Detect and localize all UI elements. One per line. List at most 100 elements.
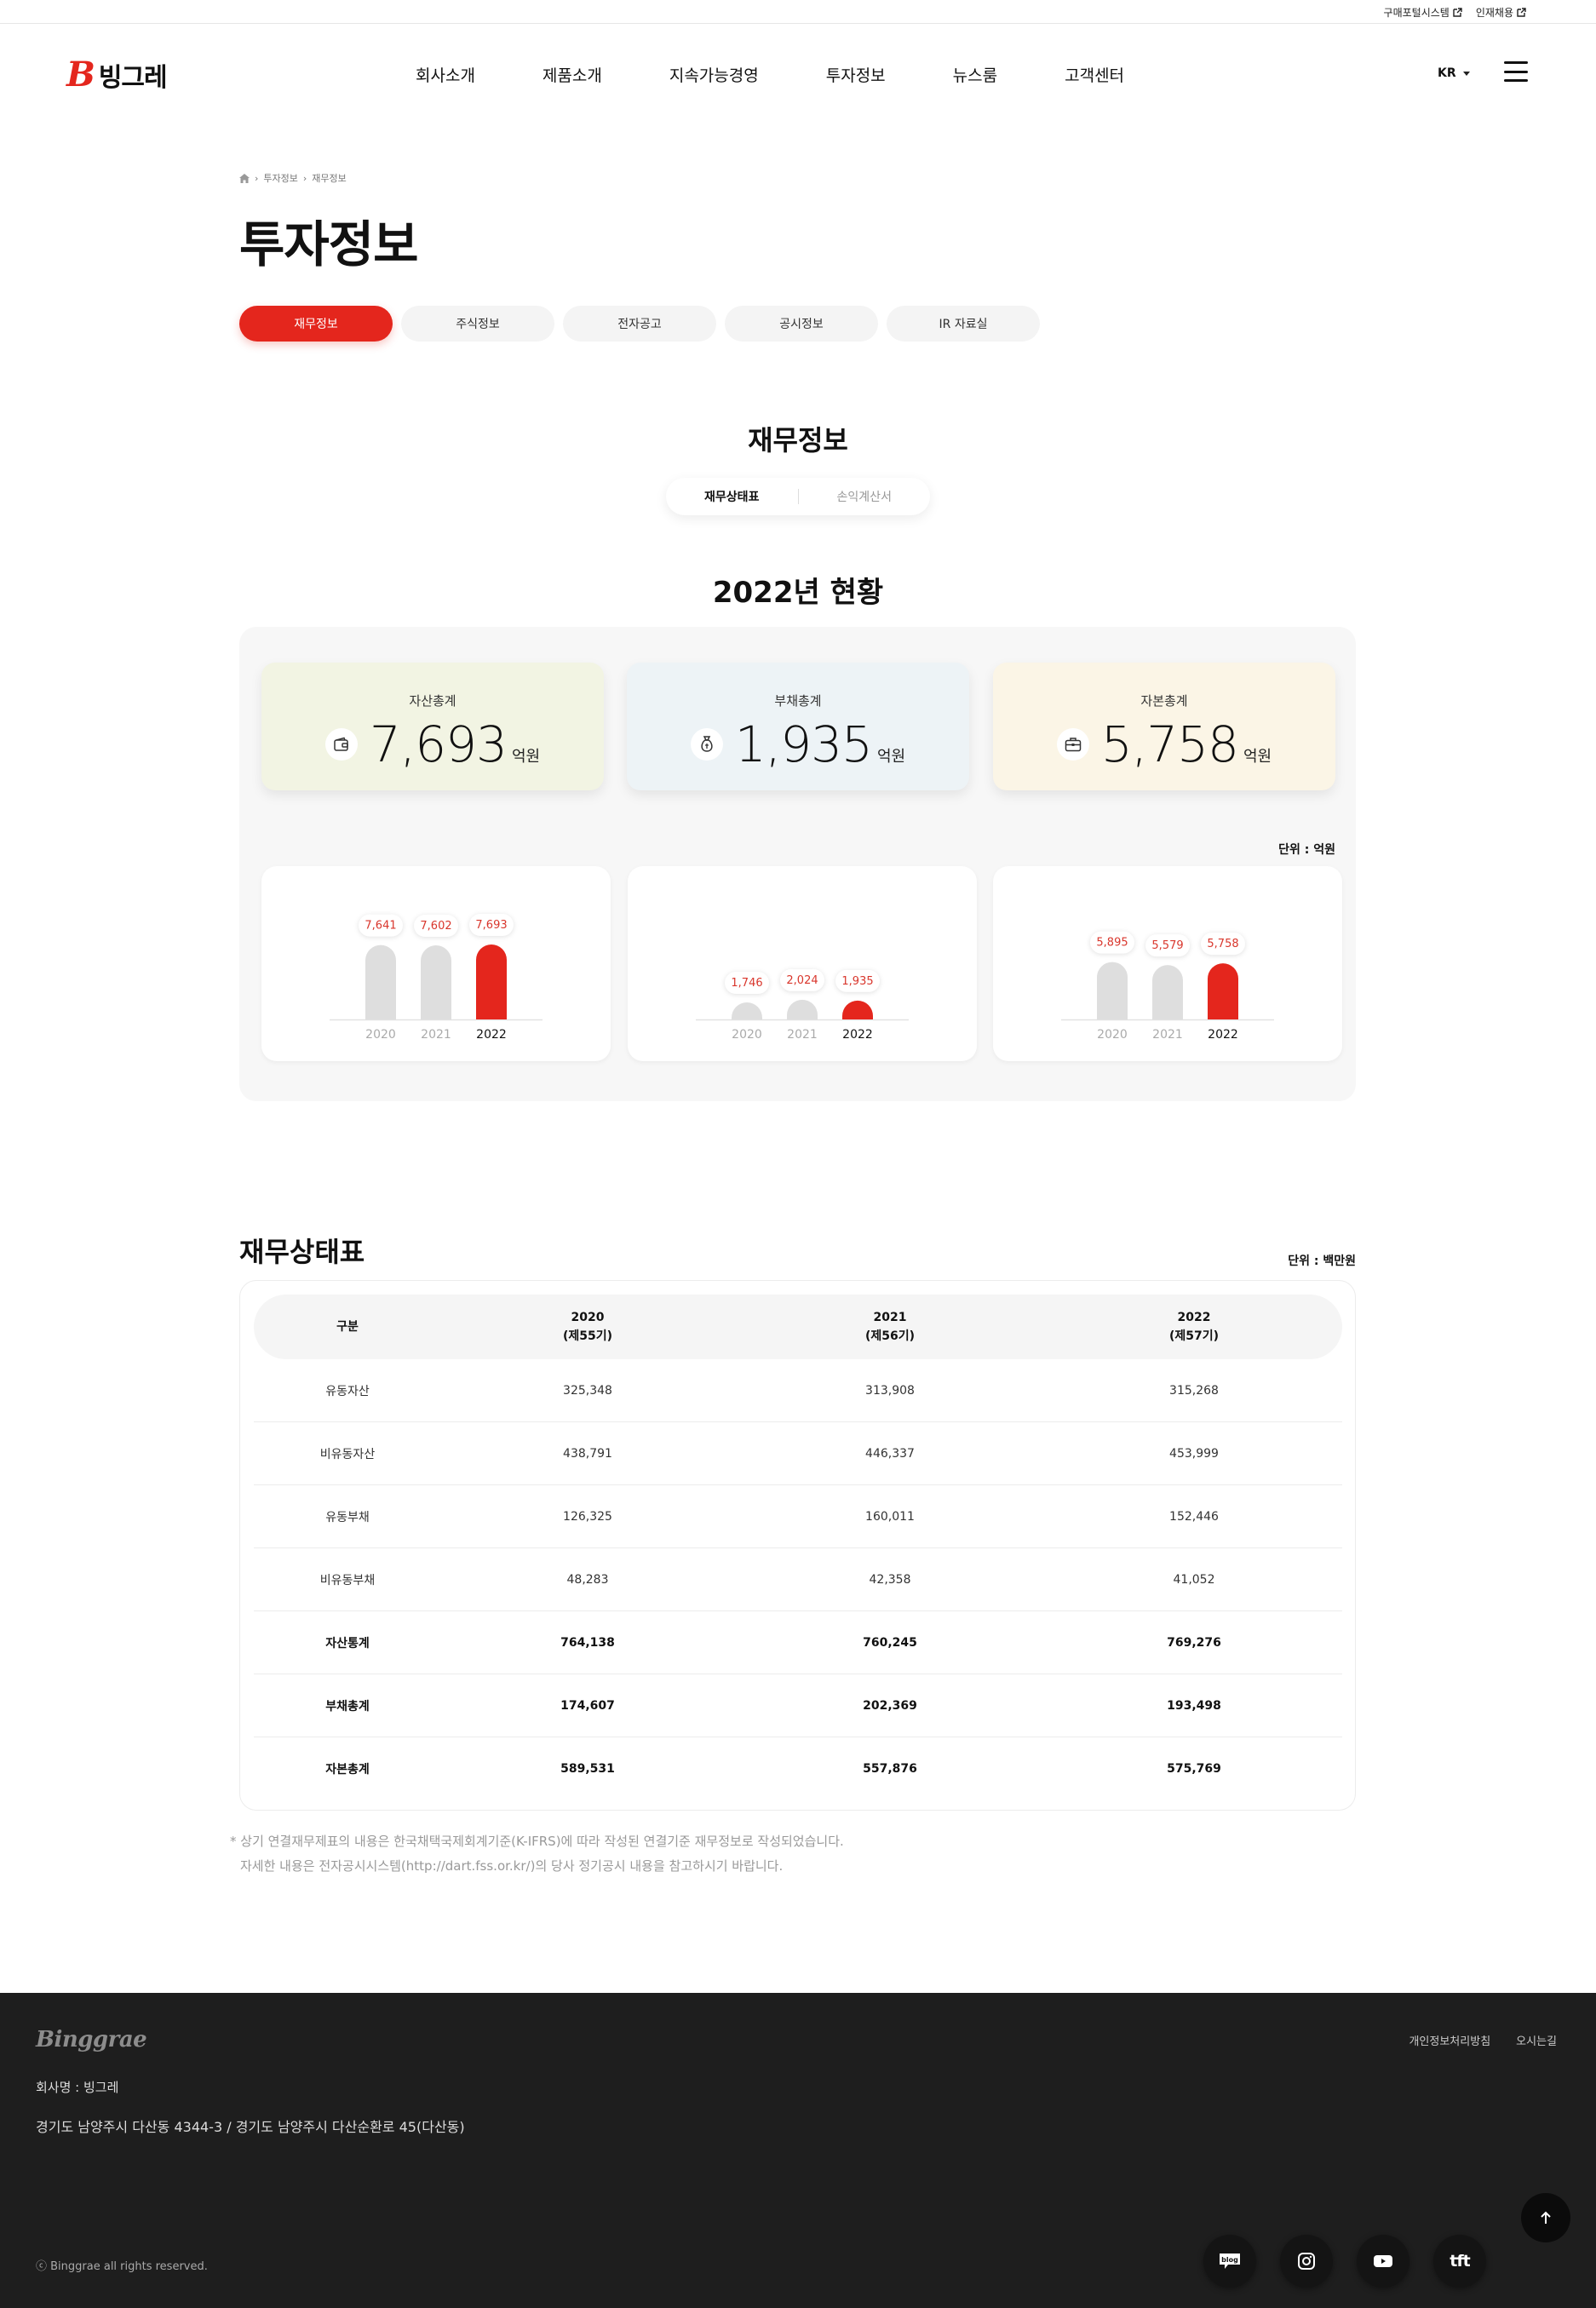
breadcrumb: › 투자정보 › 재무정보 bbox=[239, 171, 347, 185]
table-row: 비유동자산 438,791 446,337 453,999 bbox=[254, 1422, 1342, 1485]
logo-text: 빙그레 bbox=[98, 63, 168, 93]
blog-icon[interactable]: blog bbox=[1203, 2235, 1256, 2288]
data-label: 7,641 bbox=[365, 920, 396, 933]
wallet-icon bbox=[324, 728, 358, 761]
external-link-icon bbox=[1453, 8, 1462, 17]
nav-item-investor[interactable]: 투자정보 bbox=[826, 63, 886, 86]
table-row: 유동자산 325,348 313,908 315,268 bbox=[254, 1359, 1342, 1422]
kpi-label: 부채총계 bbox=[774, 693, 822, 709]
balance-sheet-table: 구분 2020 (제55기) 2021 (제56기) 2022 (제57기) 유동자산… bbox=[239, 1280, 1356, 1811]
blog-label: blog bbox=[1221, 2256, 1238, 2264]
breadcrumb-item[interactable]: 재무정보 bbox=[312, 171, 346, 185]
data-label: 5,758 bbox=[1207, 938, 1238, 950]
tab-ir-library[interactable]: IR 자료실 bbox=[887, 306, 1040, 342]
value-cell: 764,138 bbox=[560, 1635, 615, 1650]
purchase-portal-link[interactable]: 구매포털시스템 bbox=[1384, 5, 1462, 20]
arrow-up-icon bbox=[1541, 2211, 1551, 2224]
nav-item-customer[interactable]: 고객센터 bbox=[1065, 63, 1124, 86]
bar-2021 bbox=[421, 945, 451, 1019]
menu-icon[interactable] bbox=[1504, 61, 1528, 82]
tab-electronic-notice[interactable]: 전자공고 bbox=[563, 306, 716, 342]
breadcrumb-separator-icon: › bbox=[255, 172, 259, 184]
bar-2020 bbox=[365, 944, 396, 1019]
header-cell: 2021 (제56기) bbox=[864, 1311, 916, 1343]
balance-sheet-title: 재무상태표 bbox=[239, 1236, 365, 1268]
row-label-cell: 자본총계 bbox=[325, 1763, 370, 1777]
kpi-unit: 억원 bbox=[511, 748, 541, 766]
header-cell: 2020 (제55기) bbox=[562, 1311, 613, 1343]
nav-item-products[interactable]: 제품소개 bbox=[543, 63, 602, 86]
table-row: 자본총계 589,531 557,876 575,769 bbox=[254, 1737, 1342, 1800]
value-cell: 160,011 bbox=[865, 1509, 915, 1524]
value-cell: 557,876 bbox=[863, 1762, 917, 1776]
directions-link[interactable]: 오시는길 bbox=[1516, 2032, 1557, 2048]
nav-item-company[interactable]: 회사소개 bbox=[416, 63, 475, 86]
kpi-label: 자산총계 bbox=[409, 693, 456, 709]
bar-2022 bbox=[842, 1000, 873, 1019]
bar-2022 bbox=[1208, 963, 1238, 1019]
breadcrumb-separator-icon: › bbox=[302, 172, 307, 184]
value-cell: 126,325 bbox=[563, 1509, 612, 1524]
table-row: 자산통계 764,138 760,245 769,276 bbox=[254, 1611, 1342, 1674]
table-footnote: * 상기 연결재무제표의 내용은 한국채택국제회계기준(K-IFRS)에 따라 … bbox=[230, 1829, 844, 1879]
youtube-icon[interactable] bbox=[1357, 2235, 1409, 2288]
page-title: 투자정보 bbox=[239, 215, 418, 273]
main-nav: 회사소개 제품소개 지속가능경영 투자정보 뉴스룸 고객센터 bbox=[416, 63, 1191, 86]
kpi-unit: 억원 bbox=[1243, 748, 1272, 766]
toggle-income-statement[interactable]: 손익계산서 bbox=[799, 488, 931, 505]
toggle-balance-sheet[interactable]: 재무상태표 bbox=[666, 488, 798, 505]
value-cell: 41,052 bbox=[1173, 1572, 1215, 1587]
table-row: 유동부채 126,325 160,011 152,446 bbox=[254, 1485, 1342, 1548]
tft-icon[interactable]: tft bbox=[1433, 2235, 1486, 2288]
summary-panel: 자산총계 7,693 억원 부채총계 1,935 억원 자본총계 5,758 억… bbox=[239, 627, 1356, 1101]
data-label: 5,895 bbox=[1096, 937, 1128, 950]
kpi-card-liabilities: 부채총계 1,935 억원 bbox=[627, 663, 969, 790]
row-label-cell: 자산통계 bbox=[325, 1636, 370, 1651]
row-label-cell: 부채총계 bbox=[325, 1699, 370, 1714]
kpi-value: 1,935 bbox=[734, 715, 873, 773]
language-selector[interactable]: KR bbox=[1438, 66, 1470, 80]
tab-financial-info[interactable]: 재무정보 bbox=[239, 306, 393, 342]
nav-item-sustainability[interactable]: 지속가능경영 bbox=[669, 63, 759, 86]
kpi-value: 5,758 bbox=[1100, 715, 1239, 773]
x-tick-label: 2021 bbox=[421, 1028, 451, 1042]
table-unit-note: 단위 : 백만원 bbox=[1288, 1254, 1356, 1268]
recruit-label: 인재채용 bbox=[1475, 7, 1513, 19]
home-icon[interactable] bbox=[239, 173, 250, 183]
section-title: 재무정보 bbox=[748, 424, 848, 456]
footnote-line: * 상기 연결재무제표의 내용은 한국채택국제회계기준(K-IFRS)에 따라 … bbox=[230, 1834, 844, 1849]
tab-disclosure[interactable]: 공시정보 bbox=[725, 306, 878, 342]
scroll-top-button[interactable] bbox=[1521, 2193, 1570, 2242]
bar-2022 bbox=[476, 944, 507, 1019]
data-label: 5,579 bbox=[1151, 939, 1183, 952]
recruit-link[interactable]: 인재채용 bbox=[1476, 5, 1526, 20]
chart-unit-note: 단위 : 억원 bbox=[1278, 843, 1335, 857]
value-cell: 446,337 bbox=[865, 1446, 915, 1461]
kpi-card-assets: 자산총계 7,693 억원 bbox=[261, 663, 604, 790]
company-address: 경기도 남양주시 다산동 4344-3 / 경기도 남양주시 다산순환로 45(… bbox=[36, 2119, 465, 2135]
header-cell: 구분 bbox=[336, 1320, 359, 1334]
nav-item-newsroom[interactable]: 뉴스룸 bbox=[953, 63, 997, 86]
instagram-icon[interactable] bbox=[1280, 2235, 1333, 2288]
privacy-policy-link[interactable]: 개인정보처리방침 bbox=[1409, 2032, 1490, 2048]
value-cell: 589,531 bbox=[560, 1762, 615, 1776]
equity-bar-chart: 5,895 2020 5,579 2021 5,758 2022 bbox=[993, 866, 1342, 1061]
row-label-cell: 유동부채 bbox=[325, 1510, 370, 1524]
tab-stock-info[interactable]: 주식정보 bbox=[401, 306, 554, 342]
chart-svg: 7,641 2020 7,602 2021 7,693 2022 bbox=[330, 914, 543, 1042]
sub-tabs: 재무정보 주식정보 전자공고 공시정보 IR 자료실 bbox=[239, 306, 1040, 342]
value-cell: 438,791 bbox=[563, 1446, 612, 1461]
value-cell: 769,276 bbox=[1167, 1635, 1221, 1650]
site-logo[interactable]: B 빙그레 bbox=[66, 55, 168, 95]
breadcrumb-item[interactable]: 투자정보 bbox=[263, 171, 297, 185]
liabilities-bar-chart: 1,746 2020 2,024 2021 1,935 2022 bbox=[628, 866, 977, 1061]
company-name: 회사명 : 빙그레 bbox=[36, 2080, 119, 2095]
data-label: 7,602 bbox=[420, 920, 451, 933]
purchase-portal-label: 구매포털시스템 bbox=[1383, 7, 1450, 19]
logo-mark-icon: B bbox=[66, 55, 95, 95]
statement-toggle: 재무상태표 손익계산서 bbox=[666, 478, 930, 515]
row-label-cell: 비유동부채 bbox=[319, 1573, 376, 1587]
bar-2020 bbox=[1097, 962, 1128, 1019]
x-tick-label: 2021 bbox=[787, 1028, 818, 1042]
data-label: 1,935 bbox=[841, 975, 873, 988]
